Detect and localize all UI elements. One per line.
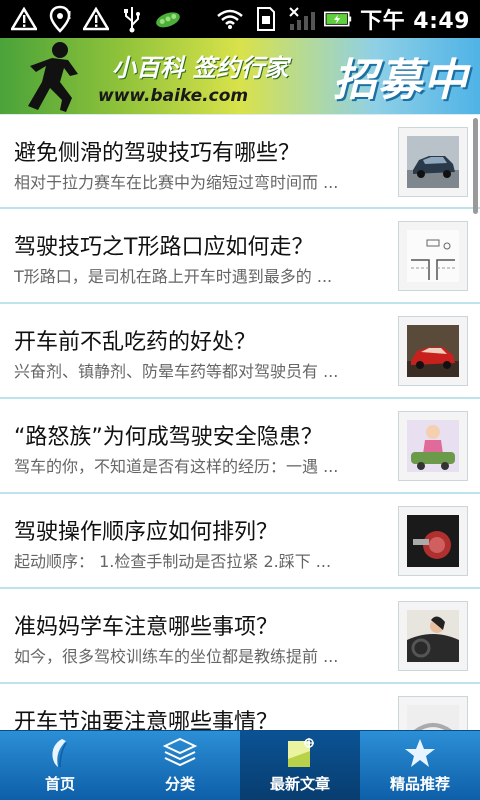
banner-recruit-text: 招募中 bbox=[333, 55, 468, 106]
article-summary: 相对于拉力赛车在比赛中为缩短过弯时间而 ... bbox=[14, 173, 339, 192]
red-car-photo-thumbnail bbox=[398, 316, 468, 386]
warning-icon bbox=[82, 5, 110, 33]
article-title: 准妈妈学车注意哪些事项？ bbox=[14, 615, 279, 640]
peas-icon bbox=[154, 5, 182, 33]
article-summary: 兴奋剂、镇静剂、防晕车药等都对驾驶员有 ... bbox=[14, 362, 339, 381]
system-icons: 下午 4:49 bbox=[216, 3, 480, 35]
article-summary: 如今，很多驾校训练车的坐位都是教练提前 ... bbox=[14, 647, 339, 666]
list-item[interactable]: 避免侧滑的驾驶技巧有哪些？ 相对于拉力赛车在比赛中为缩短过弯时间而 ... bbox=[0, 114, 480, 209]
article-title: 开车节油要注意哪些事情？ bbox=[14, 710, 279, 730]
sd-card-icon bbox=[252, 5, 280, 33]
list-item[interactable]: 驾驶技巧之T形路口应如何走？ T形路口，是司机在路上开车时遇到最多的 ... bbox=[0, 209, 480, 304]
list-item[interactable]: 准妈妈学车注意哪些事项？ 如今，很多驾校训练车的坐位都是教练提前 ... bbox=[0, 589, 480, 684]
tab-label: 分类 bbox=[164, 775, 195, 793]
new-document-icon bbox=[288, 738, 314, 767]
battery-charging-icon bbox=[324, 5, 352, 33]
scrollbar[interactable] bbox=[473, 118, 478, 214]
bottom-tab-bar: 首页 分类 最新文章 精品推荐 bbox=[0, 730, 480, 800]
article-list[interactable]: 避免侧滑的驾驶技巧有哪些？ 相对于拉力赛车在比赛中为缩短过弯时间而 ... 驾驶… bbox=[0, 114, 480, 730]
tab-latest-articles[interactable]: 最新文章 bbox=[240, 731, 360, 800]
tab-featured[interactable]: 精品推荐 bbox=[360, 731, 480, 800]
article-title: “路怒族”为何成驾驶安全隐患？ bbox=[14, 425, 323, 450]
banner-url: www.baike.com bbox=[98, 86, 249, 106]
tab-label: 首页 bbox=[44, 775, 75, 793]
warning-icon bbox=[10, 5, 38, 33]
tab-label: 最新文章 bbox=[269, 775, 330, 793]
clock: 下午 4:49 bbox=[360, 9, 470, 34]
list-item[interactable]: 开车节油要注意哪些事情？ bbox=[0, 684, 480, 730]
svg-text:!: ! bbox=[67, 9, 71, 22]
list-item[interactable]: 开车前不乱吃药的好处？ 兴奋剂、镇静剂、防晕车药等都对驾驶员有 ... bbox=[0, 304, 480, 399]
wifi-icon bbox=[216, 5, 244, 33]
banner-slogan: 小百科 签约行家 bbox=[112, 54, 289, 82]
article-title: 避免侧滑的驾驶技巧有哪些？ bbox=[14, 141, 301, 166]
driver-photo-thumbnail bbox=[398, 601, 468, 671]
article-title: 驾驶操作顺序应如何排列？ bbox=[14, 520, 279, 545]
car-key-photo-thumbnail bbox=[398, 506, 468, 576]
article-title: 开车前不乱吃药的好处？ bbox=[14, 330, 257, 355]
usb-icon bbox=[118, 5, 146, 33]
star-icon bbox=[405, 739, 435, 767]
notification-icons: ! bbox=[0, 5, 182, 33]
list-item[interactable]: 驾驶操作顺序应如何排列？ 起动顺序： 1.检查手制动是否拉紧 2.踩下 ... bbox=[0, 494, 480, 589]
runner-silhouette-icon bbox=[28, 42, 78, 112]
signal-off-icon bbox=[288, 5, 316, 33]
car-photo-thumbnail bbox=[398, 127, 468, 197]
article-summary: 驾车的你，不知道是否有这样的经历：一遇 ... bbox=[14, 457, 339, 476]
article-summary: 起动顺序： 1.检查手制动是否拉紧 2.踩下 ... bbox=[14, 552, 332, 571]
tab-label: 精品推荐 bbox=[389, 775, 450, 793]
tab-categories[interactable]: 分类 bbox=[120, 731, 240, 800]
leaf-icon bbox=[52, 739, 67, 768]
cartoon-drivers-thumbnail bbox=[398, 411, 468, 481]
ad-banner[interactable]: 小百科 签约行家 www.baike.com 招募中 bbox=[0, 38, 480, 114]
list-item[interactable]: “路怒族”为何成驾驶安全隐患？ 驾车的你，不知道是否有这样的经历：一遇 ... bbox=[0, 399, 480, 494]
article-summary: T形路口，是司机在路上开车时遇到最多的 ... bbox=[14, 267, 333, 286]
location-icon: ! bbox=[46, 5, 74, 33]
road-diagram-thumbnail bbox=[398, 221, 468, 291]
article-title: 驾驶技巧之T形路口应如何走？ bbox=[14, 235, 314, 260]
tab-home[interactable]: 首页 bbox=[0, 731, 120, 800]
status-bar: ! 下午 4:49 bbox=[0, 0, 480, 38]
layers-icon bbox=[163, 737, 197, 767]
silver-car-photo-thumbnail bbox=[398, 696, 468, 730]
